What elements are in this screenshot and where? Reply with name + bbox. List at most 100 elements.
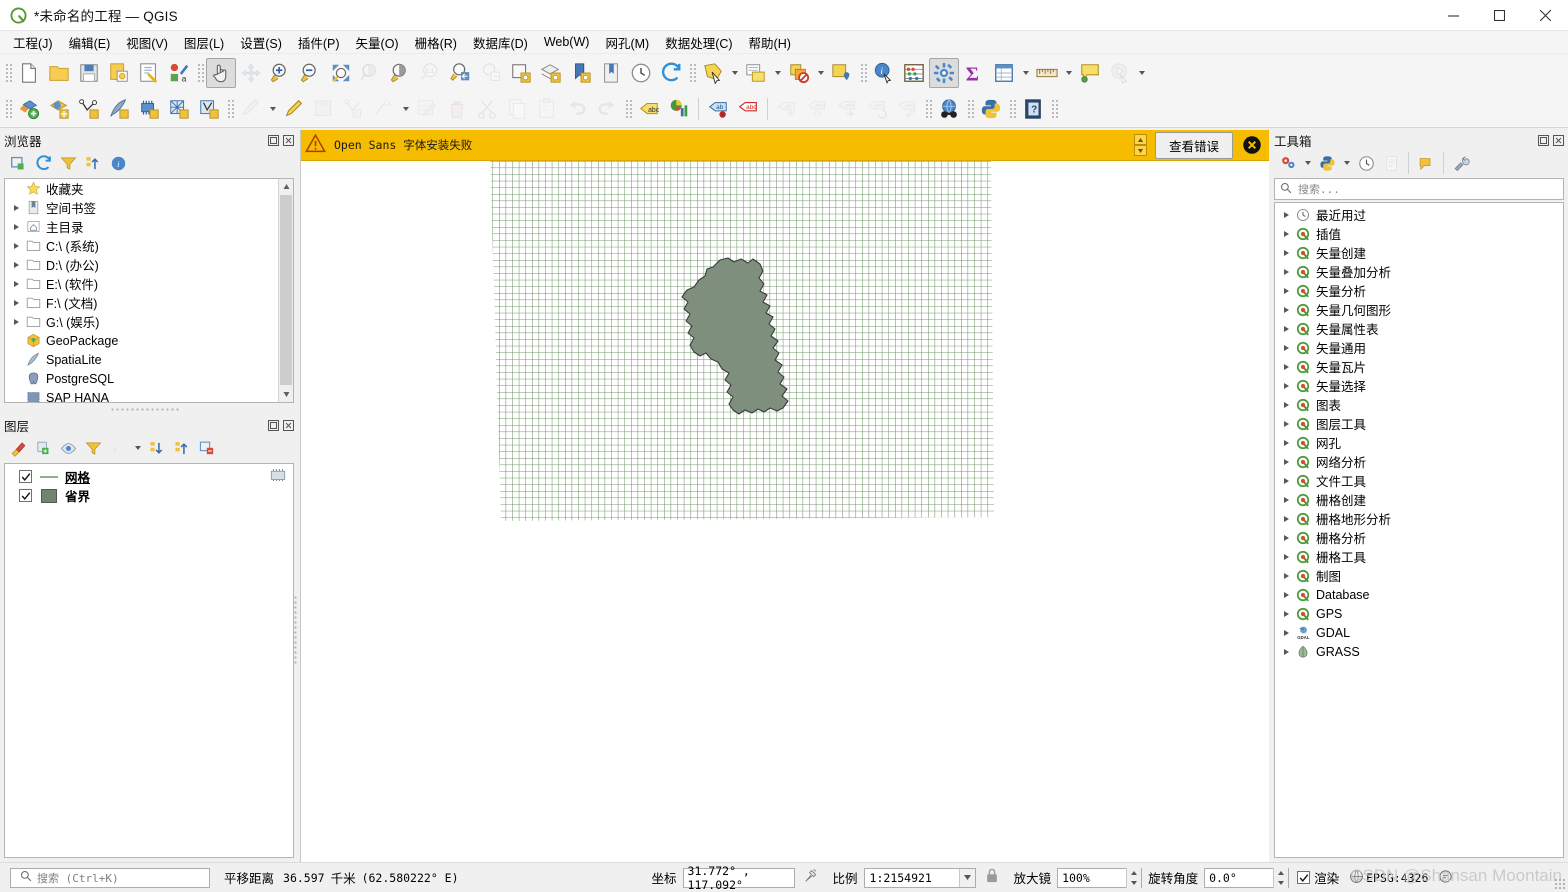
expand-arrow[interactable]: [9, 204, 23, 211]
toolbox-group-row[interactable]: 栅格地形分析: [1275, 509, 1563, 528]
vertex-tool-dropdown[interactable]: [399, 94, 412, 124]
toolbar-grip[interactable]: [624, 98, 632, 120]
map-canvas[interactable]: [301, 161, 1269, 862]
browser-item-drive-g[interactable]: G:\ (娱乐): [5, 312, 293, 331]
crs-globe-icon[interactable]: [1349, 869, 1364, 887]
close-panel-icon[interactable]: [1552, 134, 1564, 146]
zoom-to-selection-icon[interactable]: [386, 58, 416, 88]
add-mesh-layer-icon[interactable]: [134, 94, 164, 124]
browser-tree[interactable]: 收藏夹 空间书签 主目录 C:\ (系统) D:\ (办公) E:\ (软件) …: [4, 178, 294, 403]
toolbox-group-row[interactable]: 栅格分析: [1275, 528, 1563, 547]
toolbox-group-row[interactable]: 矢量通用: [1275, 338, 1563, 357]
browser-item-spatialite[interactable]: SpatiaLite: [5, 350, 293, 369]
toolbox-group-row[interactable]: 栅格工具: [1275, 547, 1563, 566]
toolbox-group-row[interactable]: 栅格创建: [1275, 490, 1563, 509]
magnifier-field[interactable]: 100%: [1057, 867, 1143, 888]
filter-browser-icon[interactable]: [56, 152, 80, 174]
expand-arrow[interactable]: [9, 280, 23, 287]
label-icon[interactable]: abc: [634, 94, 664, 124]
add-spatialite-layer-icon[interactable]: [104, 94, 134, 124]
expand-arrow[interactable]: [1279, 344, 1293, 351]
browser-item-drive-f[interactable]: F:\ (文档): [5, 293, 293, 312]
magnifier-up[interactable]: [1127, 867, 1142, 878]
view-errors-button[interactable]: 查看错误: [1154, 131, 1233, 159]
expand-arrow[interactable]: [1279, 572, 1293, 579]
render-checkbox[interactable]: [1297, 871, 1311, 884]
toolbar-grip[interactable]: [4, 98, 12, 120]
expand-arrow[interactable]: [1279, 629, 1293, 636]
layers-tree[interactable]: 网格 省界: [4, 463, 294, 858]
layer-visibility-checkbox[interactable]: [19, 489, 32, 502]
mesh-indicator-icon[interactable]: [269, 468, 287, 485]
message-bar-up[interactable]: [1133, 134, 1147, 145]
toggle-extents-icon[interactable]: [803, 868, 819, 887]
toolbox-group-row[interactable]: GDAL GDAL: [1275, 623, 1563, 642]
refresh-icon[interactable]: [31, 152, 55, 174]
expand-arrow[interactable]: [1279, 477, 1293, 484]
coordinate-field[interactable]: 31.772° , 117.092°: [682, 864, 795, 892]
menu-processing[interactable]: 数据处理(C): [657, 31, 740, 54]
add-wms-layer-icon[interactable]: [44, 94, 74, 124]
identify-features-icon[interactable]: i: [869, 58, 899, 88]
expand-arrow[interactable]: [1279, 325, 1293, 332]
browser-item-drive-c[interactable]: C:\ (系统): [5, 236, 293, 255]
browser-item-bookmarks[interactable]: 空间书签: [5, 198, 293, 217]
zoom-out-icon[interactable]: [296, 58, 326, 88]
add-feature-icon[interactable]: [339, 94, 369, 124]
expand-arrow[interactable]: [1279, 287, 1293, 294]
copy-features-icon[interactable]: [502, 94, 532, 124]
attribute-table-dropdown[interactable]: [771, 58, 784, 88]
magnifier-down[interactable]: [1127, 877, 1142, 888]
toolbox-search-field[interactable]: 搜索...: [1274, 178, 1564, 200]
models-dropdown[interactable]: [1301, 148, 1314, 178]
layer-row-grid[interactable]: 网格: [5, 467, 293, 486]
properties-info-icon[interactable]: i: [106, 152, 130, 174]
refresh-icon[interactable]: [656, 58, 686, 88]
processing-models-icon[interactable]: [1276, 152, 1300, 174]
menu-view[interactable]: 视图(V): [118, 31, 176, 54]
minimize-button[interactable]: [1430, 0, 1476, 31]
expand-arrow[interactable]: [1279, 230, 1293, 237]
run-feature-action-icon[interactable]: [1105, 58, 1135, 88]
help-icon[interactable]: ?: [1018, 94, 1048, 124]
expand-arrow[interactable]: [1279, 363, 1293, 370]
statistical-summary-icon[interactable]: Σ: [959, 58, 989, 88]
menu-raster[interactable]: 栅格(R): [407, 31, 465, 54]
expand-arrow[interactable]: [1279, 268, 1293, 275]
expand-arrow[interactable]: [1279, 496, 1293, 503]
toolbox-group-row[interactable]: 矢量创建: [1275, 243, 1563, 262]
add-layer-icon[interactable]: [14, 94, 44, 124]
close-panel-icon[interactable]: [282, 134, 294, 146]
add-virtual-layer-icon[interactable]: [194, 94, 224, 124]
manage-layer-visibility-icon[interactable]: [56, 437, 80, 459]
menu-mesh[interactable]: 网孔(M): [597, 31, 657, 54]
browser-scrollbar[interactable]: [278, 179, 293, 402]
zoom-full-icon[interactable]: [326, 58, 356, 88]
zoom-1-1-icon[interactable]: 1:1: [416, 58, 446, 88]
close-panel-icon[interactable]: [282, 419, 294, 431]
zoom-last-icon[interactable]: [446, 58, 476, 88]
toolbox-group-row[interactable]: 矢量瓦片: [1275, 357, 1563, 376]
toolbar-grip[interactable]: [1050, 98, 1058, 120]
rotation-field[interactable]: 0.0°: [1204, 867, 1290, 888]
expand-arrow[interactable]: [9, 261, 23, 268]
float-panel-icon[interactable]: [267, 419, 279, 431]
toolbar-grip[interactable]: [924, 98, 932, 120]
open-table-icon[interactable]: [989, 58, 1019, 88]
menu-vector[interactable]: 矢量(O): [348, 31, 407, 54]
rotation-stepper[interactable]: [1273, 867, 1289, 888]
measure-abacus-icon[interactable]: [899, 58, 929, 88]
expand-arrow[interactable]: [1279, 249, 1293, 256]
expand-arrow[interactable]: [1279, 648, 1293, 655]
toolbox-group-row[interactable]: 矢量属性表: [1275, 319, 1563, 338]
change-label-icon[interactable]: abc: [892, 94, 922, 124]
menu-edit[interactable]: 编辑(E): [61, 31, 119, 54]
add-delimited-text-layer-icon[interactable]: [164, 94, 194, 124]
menu-database[interactable]: 数据库(D): [465, 31, 536, 54]
menu-settings[interactable]: 设置(S): [232, 31, 290, 54]
collapse-all-icon[interactable]: [170, 437, 194, 459]
python-console-icon[interactable]: [976, 94, 1006, 124]
toolbox-group-row[interactable]: 网孔: [1275, 433, 1563, 452]
collapse-all-icon[interactable]: [81, 152, 105, 174]
status-search-input[interactable]: 搜索 (Ctrl+K): [10, 867, 210, 888]
